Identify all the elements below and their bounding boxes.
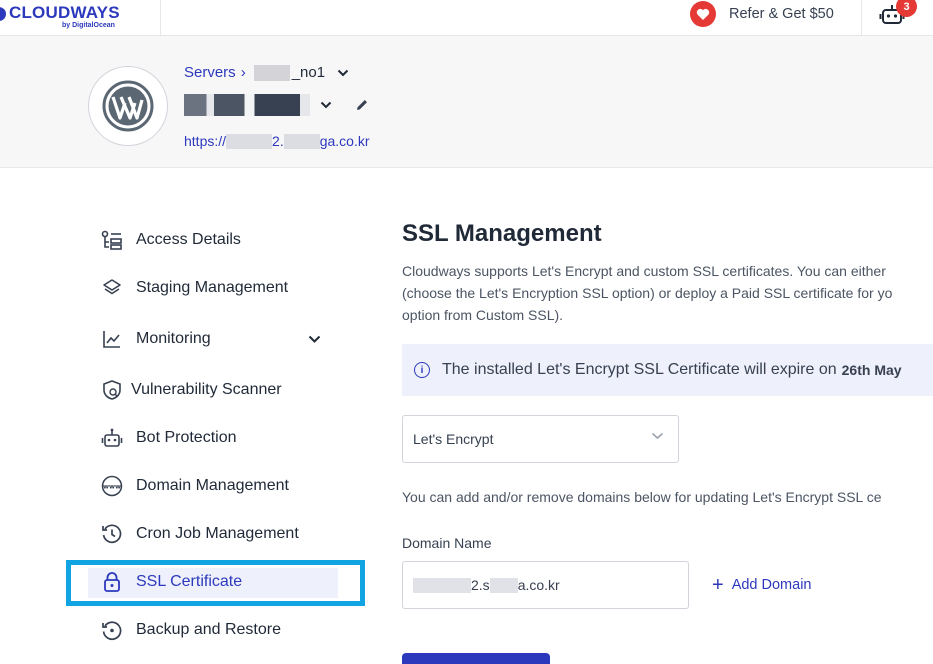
domain-value-mid: 2.s xyxy=(471,577,490,593)
page-description: Cloudways supports Let's Encrypt and cus… xyxy=(402,260,933,326)
edit-pencil-icon[interactable] xyxy=(354,97,370,113)
sidebar-item-label: Backup and Restore xyxy=(136,621,281,638)
page-title: SSL Management xyxy=(402,220,602,247)
robot-icon xyxy=(100,426,124,450)
redacted-text xyxy=(253,64,290,81)
cloudways-logo-mark xyxy=(0,7,6,21)
sidebar-item-monitoring[interactable]: Monitoring xyxy=(100,324,330,354)
sidebar-item-label: Vulnerability Scanner xyxy=(131,381,282,398)
expiry-info-banner: i The installed Let's Encrypt SSL Certif… xyxy=(402,344,933,396)
redacted-text xyxy=(413,577,471,593)
notification-badge: 3 xyxy=(896,0,917,17)
install-certificate-button[interactable] xyxy=(402,653,550,664)
sidebar-item-cron-job-management[interactable]: Cron Job Management xyxy=(100,519,299,549)
sidebar-item-access-details[interactable]: Access Details xyxy=(100,225,241,255)
svg-text:www: www xyxy=(103,483,121,491)
topbar-divider xyxy=(861,0,862,36)
sidebar-item-label: Access Details xyxy=(136,231,241,248)
chevron-down-icon[interactable] xyxy=(337,69,349,77)
chevron-down-icon xyxy=(651,432,664,440)
url-prefix: https:// xyxy=(184,133,227,149)
redacted-text xyxy=(489,577,518,593)
domain-name-input[interactable]: 2.s a.co.kr xyxy=(402,561,689,609)
breadcrumb-servers-link[interactable]: Servers xyxy=(184,64,236,81)
highlight-annotation-box xyxy=(66,560,365,606)
plus-icon: + xyxy=(712,574,724,596)
redacted-text xyxy=(226,133,273,149)
sidebar-item-label: Domain Management xyxy=(136,477,289,494)
heart-icon xyxy=(690,1,716,27)
breadcrumb-separator: › xyxy=(240,64,246,81)
add-domain-button[interactable]: + Add Domain xyxy=(712,575,811,595)
sidebar: Access Details Staging Management Monito… xyxy=(0,168,380,664)
chevron-down-icon[interactable] xyxy=(320,101,332,109)
app-title-row xyxy=(184,94,370,116)
sidebar-item-label: Staging Management xyxy=(136,279,289,296)
url-mid: 2. xyxy=(272,133,284,149)
shield-bug-icon xyxy=(100,378,124,402)
description-line: option from Custom SSL). xyxy=(402,307,564,323)
access-details-icon xyxy=(100,228,124,252)
domains-description: You can add and/or remove domains below … xyxy=(402,489,882,505)
ssl-type-select[interactable]: Let's Encrypt xyxy=(402,415,679,463)
sidebar-item-bot-protection[interactable]: Bot Protection xyxy=(100,423,237,453)
domain-name-label: Domain Name xyxy=(402,535,492,551)
app-url-link[interactable]: https:// 2. ga.co.kr xyxy=(184,133,370,149)
ssl-type-selected-value: Let's Encrypt xyxy=(413,431,494,447)
refer-button[interactable]: Refer & Get $50 xyxy=(690,0,834,28)
sidebar-item-label: Monitoring xyxy=(136,330,211,347)
cloudways-logo[interactable]: CLOUDWAYS by DigitalOcean xyxy=(0,2,132,32)
server-name[interactable]: _no1 xyxy=(292,64,325,81)
logo-subtext: by DigitalOcean xyxy=(62,22,115,29)
www-globe-icon: www xyxy=(100,474,124,498)
app-name xyxy=(184,94,310,116)
main-content: SSL Management Cloudways supports Let's … xyxy=(402,168,933,664)
expiry-date: 26th May xyxy=(841,362,902,378)
redacted-text xyxy=(283,133,320,149)
sidebar-item-label: Cron Job Management xyxy=(136,525,299,542)
layers-icon xyxy=(100,276,124,300)
topbar-divider xyxy=(160,0,161,36)
wordpress-icon xyxy=(102,80,154,132)
app-header: Servers › _no1 https:// 2. ga.co.kr xyxy=(0,36,933,168)
restore-icon xyxy=(100,618,124,642)
info-text: The installed Let's Encrypt SSL Certific… xyxy=(442,361,837,378)
domain-value-suffix: a.co.kr xyxy=(517,577,560,593)
sidebar-item-label: Bot Protection xyxy=(136,429,237,446)
url-suffix: ga.co.kr xyxy=(319,133,370,149)
history-clock-icon xyxy=(100,522,124,546)
sidebar-item-staging-management[interactable]: Staging Management xyxy=(100,273,288,303)
logo-text: CLOUDWAYS xyxy=(9,3,120,22)
description-line: (choose the Let's Encryption SSL option)… xyxy=(402,285,893,301)
refer-label: Refer & Get $50 xyxy=(729,6,834,22)
sidebar-item-vulnerability-scanner[interactable]: Vulnerability Scanner xyxy=(100,375,282,405)
chevron-down-icon[interactable] xyxy=(308,335,321,344)
description-line: Cloudways supports Let's Encrypt and cus… xyxy=(402,263,886,279)
info-icon: i xyxy=(414,362,430,378)
app-avatar xyxy=(88,66,168,146)
sidebar-item-domain-management[interactable]: www Domain Management xyxy=(100,471,289,501)
breadcrumb: Servers › _no1 xyxy=(184,64,349,81)
top-bar: CLOUDWAYS by DigitalOcean Refer & Get $5… xyxy=(0,0,933,36)
add-domain-label: Add Domain xyxy=(731,577,812,593)
chart-line-icon xyxy=(100,327,124,351)
sidebar-item-backup-and-restore[interactable]: Backup and Restore xyxy=(100,615,281,645)
